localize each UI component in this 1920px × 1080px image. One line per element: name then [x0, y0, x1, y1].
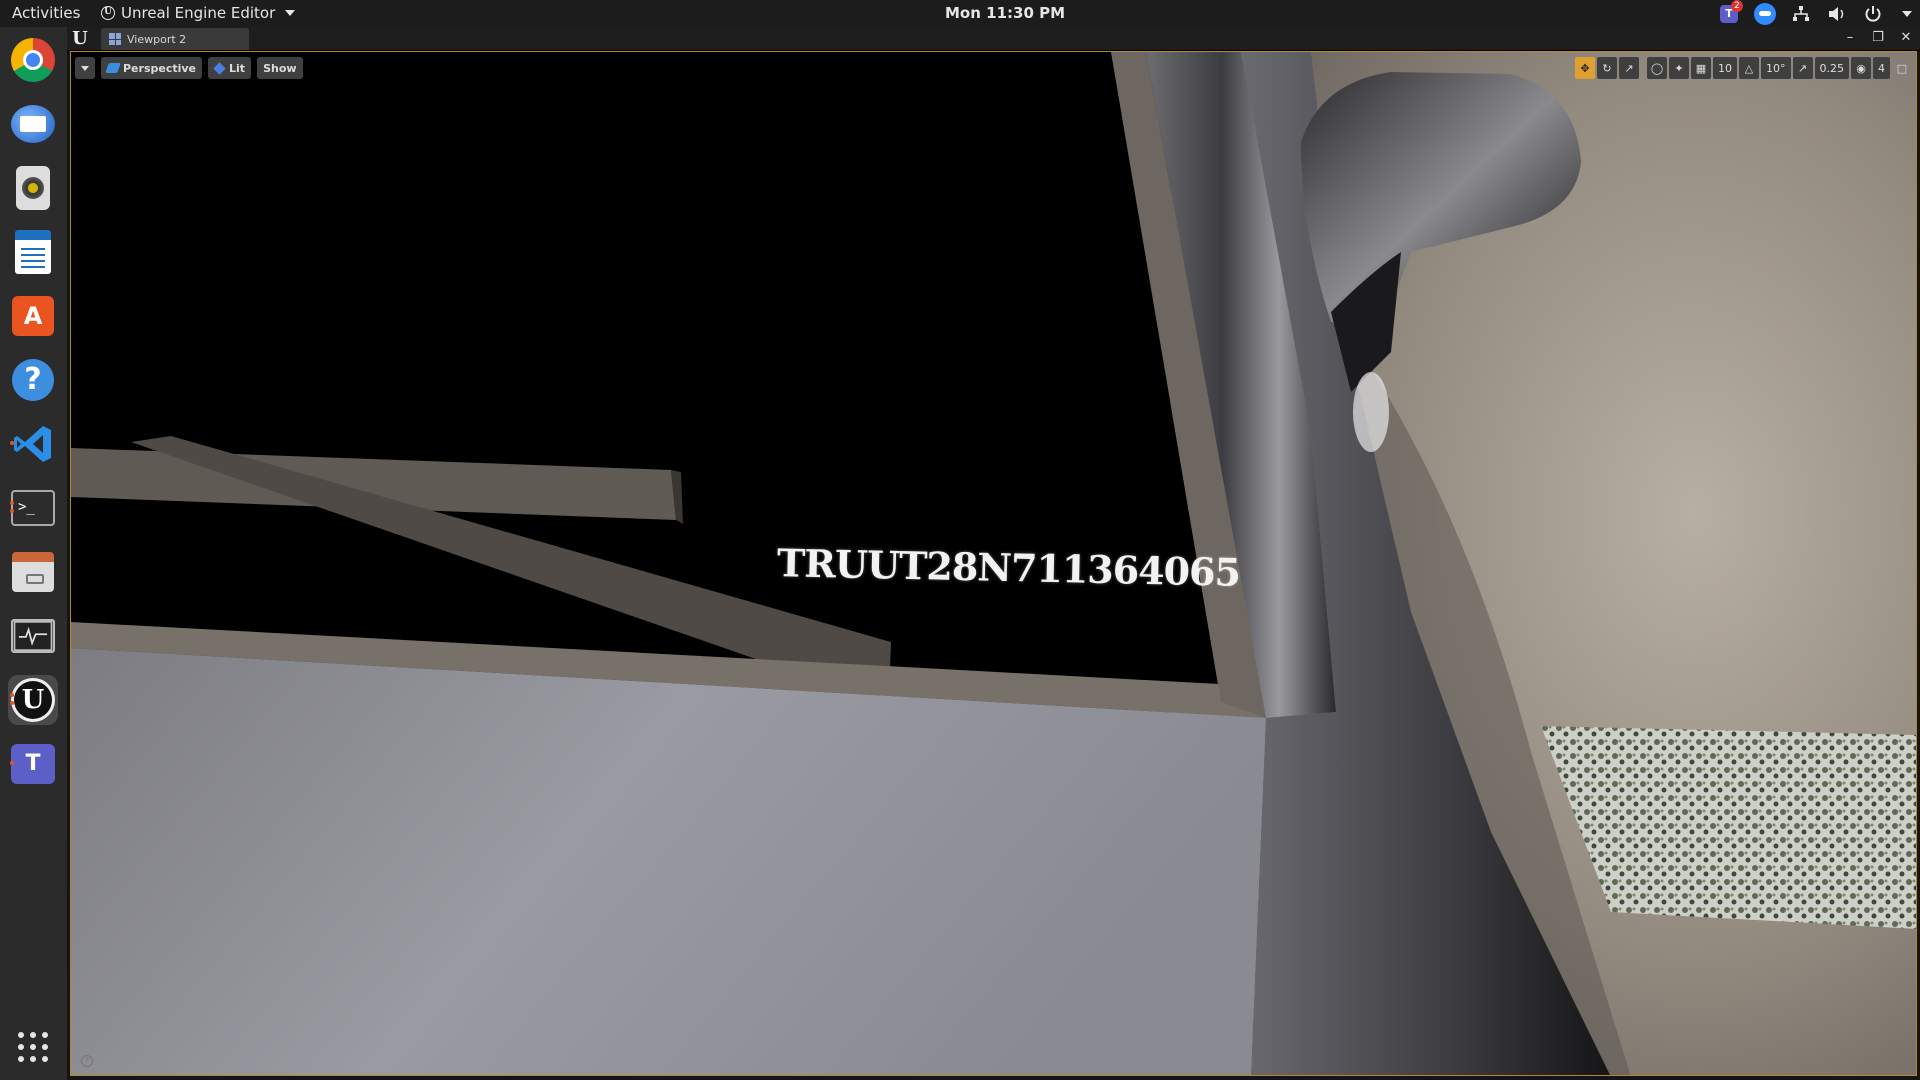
show-applications-button[interactable]	[8, 1022, 58, 1072]
dock: A ? >_ U T	[0, 27, 67, 1080]
system-tray: T 2	[1718, 0, 1912, 25]
perspective-label: Perspective	[123, 61, 197, 75]
grid-snap-icon[interactable]: ▦	[1691, 57, 1711, 79]
app-menu-label: Unreal Engine Editor	[121, 4, 276, 22]
dock-chrome[interactable]	[8, 35, 58, 85]
camera-icon	[105, 63, 121, 73]
dock-help[interactable]: ?	[8, 355, 58, 405]
grid-icon	[18, 1032, 48, 1062]
teams-icon: T	[11, 744, 55, 784]
scale-tool-icon[interactable]: ↗	[1619, 57, 1639, 79]
teams-tray-icon[interactable]: T 2	[1718, 0, 1743, 25]
notification-badge: 2	[1731, 0, 1743, 12]
activities-button[interactable]: Activities	[12, 4, 80, 22]
viewport-options-button[interactable]	[75, 57, 95, 79]
speaker-icon	[16, 166, 50, 210]
dock-rhythmbox[interactable]	[8, 163, 58, 213]
translate-tool-icon[interactable]: ✥	[1575, 57, 1595, 79]
viewport-toolbar-right: ✥ ↻ ↗ ◯ ✦ ▦ 10 △ 10° ↗ 0.25 ◉ 4 □	[1575, 57, 1912, 79]
mail-icon	[11, 105, 55, 143]
document-icon	[15, 230, 51, 274]
unreal-engine-small-icon: U	[101, 6, 115, 20]
rotation-snap-icon[interactable]: △	[1739, 57, 1759, 79]
scale-snap-value[interactable]: 0.25	[1814, 57, 1849, 79]
level-viewport[interactable]: TRUUT28N711364065 Perspective Lit Show ✥…	[70, 51, 1917, 1076]
chevron-down-icon	[285, 10, 296, 16]
dock-system-monitor[interactable]	[8, 611, 58, 661]
camera-speed-icon[interactable]: ◉	[1851, 57, 1871, 79]
lit-button[interactable]: Lit	[208, 57, 252, 79]
maximize-button[interactable]: ❐	[1870, 29, 1886, 47]
window-controls: – ❐ ✕	[1842, 29, 1914, 47]
show-button[interactable]: Show	[257, 57, 303, 79]
tab-label: Viewport 2	[127, 32, 187, 46]
viewport-toolbar-left: Perspective Lit Show	[75, 57, 303, 79]
app-menu[interactable]: U Unreal Engine Editor	[101, 4, 296, 22]
camera-speed-value[interactable]: 4	[1873, 57, 1890, 79]
grid-snap-value[interactable]: 10	[1713, 57, 1737, 79]
show-label: Show	[263, 61, 297, 75]
unreal-engine-icon: U	[11, 678, 55, 722]
terminal-icon: >_	[11, 490, 55, 526]
dock-software[interactable]: A	[8, 291, 58, 341]
editor-title-bar: U Viewport 2 – ❐ ✕	[67, 27, 1920, 51]
software-store-icon: A	[12, 296, 54, 336]
vscode-icon	[14, 426, 51, 462]
top-bar: Activities U Unreal Engine Editor Mon 11…	[0, 0, 1920, 27]
network-icon[interactable]	[1790, 3, 1812, 25]
rotation-snap-value[interactable]: 10°	[1761, 57, 1791, 79]
chrome-icon	[11, 38, 55, 82]
chat-tray-icon[interactable]	[1754, 2, 1776, 25]
viewport-info-icon[interactable]: ?	[81, 1055, 93, 1067]
dock-writer[interactable]	[8, 227, 58, 277]
files-icon	[12, 552, 54, 592]
scale-snap-icon[interactable]: ↗	[1792, 57, 1813, 79]
viewport-tab-icon	[109, 33, 121, 45]
help-icon: ?	[12, 359, 54, 401]
perspective-button[interactable]: Perspective	[101, 57, 203, 79]
unreal-editor-window: U Viewport 2 – ❐ ✕ TRUUT28N711364065 Per…	[67, 27, 1920, 1080]
clock[interactable]: Mon 11:30 PM	[945, 4, 1065, 22]
unreal-logo-icon[interactable]: U	[69, 28, 91, 50]
dock-teams[interactable]: T	[8, 739, 58, 789]
system-menu-chevron-icon[interactable]	[1902, 10, 1912, 17]
dock-files[interactable]	[8, 547, 58, 597]
running-indicator	[10, 441, 14, 445]
dock-vscode[interactable]	[8, 419, 58, 469]
minimize-button[interactable]: –	[1842, 29, 1858, 47]
surface-snap-icon[interactable]: ✦	[1669, 57, 1689, 79]
chevron-down-icon	[81, 65, 89, 71]
coordinate-system-icon[interactable]: ◯	[1647, 57, 1667, 79]
dock-thunderbird[interactable]	[8, 99, 58, 149]
close-button[interactable]: ✕	[1898, 29, 1914, 47]
lit-mode-icon	[213, 61, 226, 75]
maximize-viewport-icon[interactable]: □	[1892, 57, 1912, 79]
tab-viewport-2[interactable]: Viewport 2	[101, 28, 249, 50]
system-monitor-icon	[11, 619, 55, 653]
dock-terminal[interactable]: >_	[8, 483, 58, 533]
lit-label: Lit	[229, 61, 246, 75]
power-icon[interactable]	[1862, 3, 1884, 25]
dock-unreal-engine[interactable]: U	[8, 675, 58, 725]
rotate-tool-icon[interactable]: ↻	[1597, 57, 1617, 79]
volume-icon[interactable]	[1826, 3, 1848, 25]
